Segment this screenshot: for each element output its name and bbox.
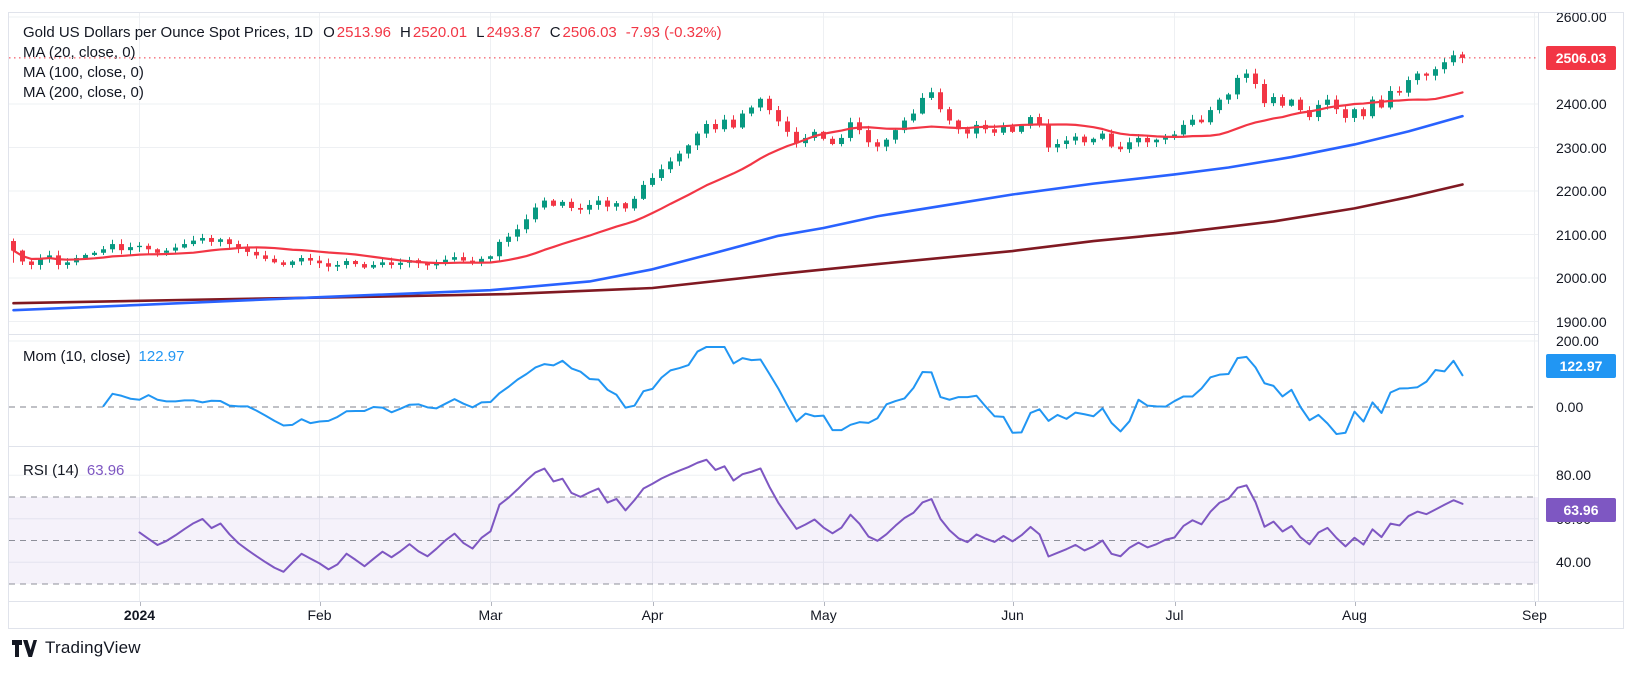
mom-value: 122.97 (139, 348, 185, 365)
tradingview-logo-text: TradingView (45, 638, 141, 658)
time-axis-tick (491, 602, 492, 606)
rsi-value-label: 63.96 (1546, 498, 1616, 522)
time-axis-label: May (789, 607, 859, 623)
symbol-title: Gold US Dollars per Ounce Spot Prices, 1… (23, 24, 313, 41)
price-axis-label: 200.00 (1556, 333, 1599, 349)
price-axis-label: 2200.00 (1556, 183, 1607, 199)
time-axis-label: Jun (978, 607, 1048, 623)
symbol-title-row[interactable]: Gold US Dollars per Ounce Spot Prices, 1… (23, 23, 724, 43)
tradingview-watermark[interactable]: TradingView (12, 638, 141, 658)
price-axis-label: 2100.00 (1556, 227, 1607, 243)
last-price-label: 2506.03 (1546, 46, 1616, 70)
price-axis-label: 0.00 (1556, 399, 1583, 415)
price-axis-label: 80.00 (1556, 467, 1591, 483)
chart-frame: Gold US Dollars per Ounce Spot Prices, 1… (8, 12, 1624, 629)
price-axis-label: 40.00 (1556, 554, 1591, 570)
time-axis-label: Sep (1500, 607, 1570, 623)
time-axis-tick (320, 602, 321, 606)
time-axis-tick (1535, 602, 1536, 606)
time-axis-tick (824, 602, 825, 606)
time-axis-tick (653, 602, 654, 606)
legend: Gold US Dollars per Ounce Spot Prices, 1… (23, 23, 724, 103)
time-axis-label: Jul (1140, 607, 1210, 623)
rsi-label: RSI (14) (23, 462, 79, 479)
panel-separator-main-mom[interactable] (9, 334, 1623, 335)
time-axis-label: 2024 (105, 607, 175, 623)
tradingview-chart-window: Gold US Dollars per Ounce Spot Prices, 1… (0, 0, 1632, 674)
price-axis-label: 1900.00 (1556, 314, 1607, 330)
panel-separator-mom-rsi[interactable] (9, 446, 1623, 447)
price-axis-label: 2300.00 (1556, 140, 1607, 156)
mom-indicator-legend[interactable]: Mom (10, close) 122.97 (23, 347, 184, 367)
price-axis[interactable]: 2600.00 2400.00 2300.00 2200.00 2100.00 2000.… (1539, 13, 1624, 599)
price-axis-label: 2400.00 (1556, 96, 1607, 112)
tradingview-logo-icon (12, 640, 37, 657)
mom-value-label: 122.97 (1546, 354, 1616, 378)
change-value: -7.93 (-0.32%) (626, 24, 722, 41)
legend-ma100[interactable]: MA (100, close, 0) (23, 63, 724, 83)
time-axis-label: Aug (1320, 607, 1390, 623)
legend-ma200[interactable]: MA (200, close, 0) (23, 83, 724, 103)
price-axis-label: 2000.00 (1556, 270, 1607, 286)
time-axis[interactable]: 2024 Feb Mar Apr May Jun Jul Aug Sep (9, 602, 1624, 629)
time-axis-label: Feb (285, 607, 355, 623)
ohlc-values: O2513.96H2520.01L2493.87C2506.03-7.93 (-… (323, 24, 724, 41)
rsi-indicator-legend[interactable]: RSI (14) 63.96 (23, 461, 124, 481)
time-axis-tick (140, 602, 141, 606)
legend-ma20[interactable]: MA (20, close, 0) (23, 43, 724, 63)
mom-label: Mom (10, close) (23, 348, 131, 365)
rsi-value: 63.96 (87, 462, 125, 479)
time-axis-label: Apr (618, 607, 688, 623)
time-axis-tick (1175, 602, 1176, 606)
time-axis-tick (1013, 602, 1014, 606)
time-axis-tick (1355, 602, 1356, 606)
price-axis-label: 2600.00 (1556, 12, 1607, 25)
time-axis-label: Mar (456, 607, 526, 623)
